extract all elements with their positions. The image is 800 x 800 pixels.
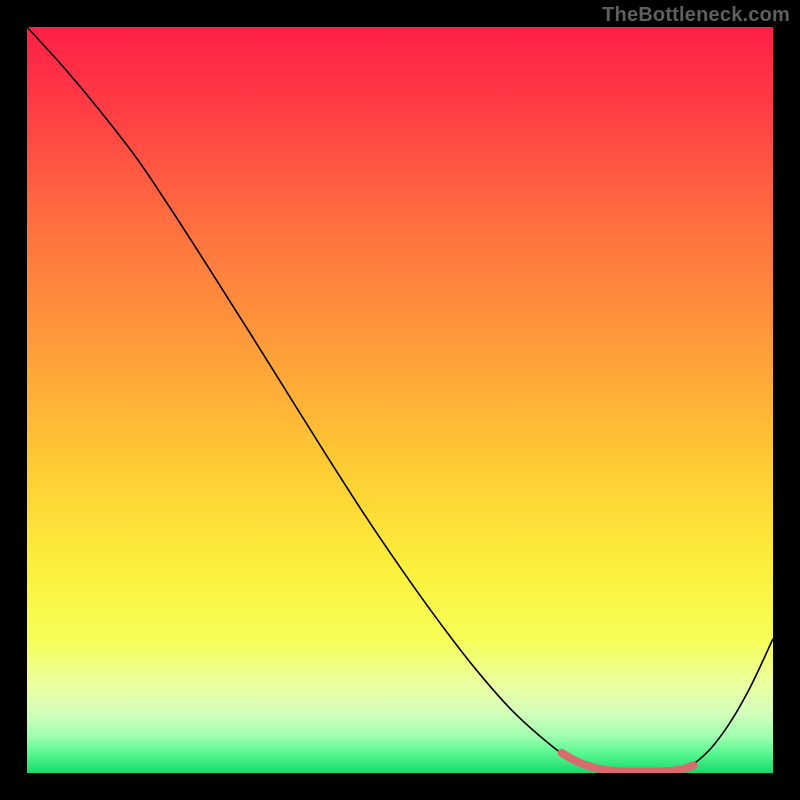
gradient-background [27,27,773,773]
watermark-text: TheBottleneck.com [602,4,790,27]
optimal-marker-segment [685,765,694,768]
optimal-marker-segment [674,769,683,770]
optimal-marker-segment [584,765,593,768]
chart-stage: TheBottleneck.com [0,0,800,800]
plot-svg [27,27,773,773]
plot-area [27,27,773,773]
optimal-marker-segment [562,753,571,758]
optimal-marker-segment [595,768,604,770]
optimal-marker-segment [573,759,582,763]
